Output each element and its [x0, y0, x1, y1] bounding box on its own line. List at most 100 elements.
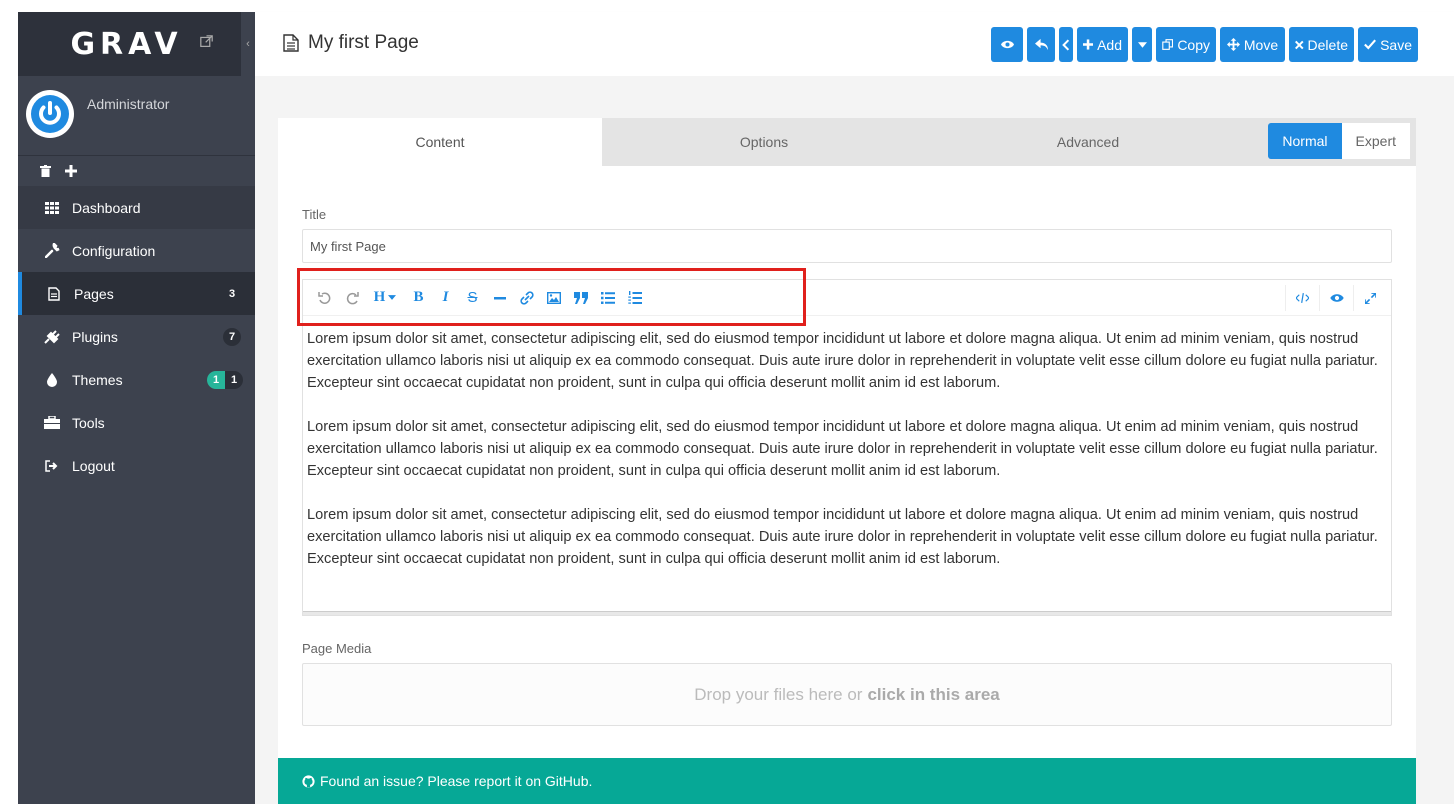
external-link-icon[interactable]: [200, 35, 213, 48]
list-ul-icon: [600, 291, 615, 304]
undo-icon: [317, 291, 330, 304]
strikethrough-button[interactable]: S: [459, 286, 486, 310]
themes-updates-badge: 1: [207, 370, 225, 389]
dropzone-click-text[interactable]: click in this area: [867, 685, 999, 705]
file-text-icon: [283, 34, 299, 52]
copy-icon: [1162, 39, 1174, 50]
mode-switch: Normal Expert: [1268, 123, 1410, 159]
normal-mode-button[interactable]: Normal: [1268, 123, 1342, 159]
expert-mode-button[interactable]: Expert: [1341, 123, 1410, 159]
save-button-label: Save: [1380, 36, 1412, 53]
quote-icon: [573, 291, 588, 304]
reply-icon: [1034, 38, 1048, 51]
editor-paragraph: Lorem ipsum dolor sit amet, consectetur …: [307, 507, 1378, 567]
heading-glyph: H: [373, 289, 386, 305]
plus-icon[interactable]: [65, 165, 77, 177]
logo-bar: GRAV ‹: [18, 12, 255, 76]
grid-icon: [42, 200, 62, 216]
minus-icon: [493, 296, 506, 299]
copy-button[interactable]: Copy: [1156, 27, 1216, 62]
bullet-list-button[interactable]: [594, 286, 621, 310]
redo-icon: [346, 291, 359, 304]
list-ol-icon: [627, 290, 642, 304]
editor-paragraph: Lorem ipsum dolor sit amet, consectetur …: [307, 331, 1378, 391]
previous-button[interactable]: [1059, 27, 1073, 62]
code-icon: [1296, 293, 1309, 303]
media-dropzone[interactable]: Drop your files here or click in this ar…: [302, 663, 1392, 726]
arrows-icon: [1226, 38, 1240, 51]
sidebar-item-logout[interactable]: Logout: [18, 444, 255, 487]
ordered-list-button[interactable]: [621, 286, 648, 310]
close-icon: [1295, 40, 1304, 49]
tab-advanced[interactable]: Advanced: [926, 118, 1250, 166]
sidebar: GRAV ‹ Administrator Dashboard Configura…: [18, 12, 255, 804]
sidebar-collapse-toggle[interactable]: ‹: [241, 12, 255, 76]
file-icon: [44, 286, 64, 302]
sidebar-item-dashboard[interactable]: Dashboard: [18, 186, 255, 229]
page-editor-card: Content Options Advanced Normal Expert T…: [278, 118, 1416, 804]
page-title-text: My first Page: [308, 32, 419, 53]
dropzone-text: Drop your files here or: [694, 684, 863, 704]
image-icon: [546, 291, 561, 304]
delete-button[interactable]: Delete: [1289, 27, 1354, 62]
sidebar-item-label: Tools: [72, 414, 105, 431]
markdown-editor: H B I S Lorem ipsum dolor sit amet, cons…: [302, 279, 1392, 616]
fullscreen-button[interactable]: [1353, 285, 1387, 311]
plus-icon: [1083, 39, 1094, 50]
check-icon: [1364, 39, 1377, 50]
add-button-label: Add: [1097, 36, 1122, 53]
link-button[interactable]: [513, 286, 540, 310]
sidebar-item-plugins[interactable]: Plugins 7: [18, 315, 255, 358]
github-issue-bar[interactable]: Found an issue? Please report it on GitH…: [278, 758, 1416, 804]
avatar[interactable]: [26, 90, 74, 138]
user-name[interactable]: Administrator: [87, 96, 169, 112]
editor-paragraph: Lorem ipsum dolor sit amet, consectetur …: [307, 419, 1378, 479]
sidebar-item-tools[interactable]: Tools: [18, 401, 255, 444]
move-button[interactable]: Move: [1220, 27, 1285, 62]
title-label: Title: [302, 207, 327, 222]
editor-toolbar: H B I S: [303, 280, 1391, 316]
preview-toggle-button[interactable]: [1319, 285, 1353, 311]
undo-button[interactable]: [311, 286, 338, 310]
sidebar-item-label: Plugins: [72, 328, 118, 345]
image-button[interactable]: [540, 286, 567, 310]
plugins-count-badge: 7: [223, 327, 241, 346]
wrench-icon: [42, 243, 62, 259]
expand-icon: [1365, 292, 1376, 304]
github-issue-text: Found an issue? Please report it on GitH…: [320, 773, 593, 789]
editor-view-controls: [1285, 285, 1387, 311]
user-block: Administrator: [18, 76, 255, 156]
editor-resize-handle[interactable]: [303, 611, 1391, 615]
italic-button[interactable]: I: [432, 286, 459, 310]
source-view-button[interactable]: [1285, 285, 1319, 311]
preview-button[interactable]: [991, 27, 1023, 62]
trash-icon[interactable]: [40, 165, 51, 177]
redo-button[interactable]: [338, 286, 365, 310]
sidebar-item-themes[interactable]: Themes 1 1: [18, 358, 255, 401]
heading-button[interactable]: H: [365, 286, 405, 310]
sidebar-item-label: Dashboard: [72, 199, 141, 216]
sidebar-item-label: Logout: [72, 457, 115, 474]
blockquote-button[interactable]: [567, 286, 594, 310]
save-button[interactable]: Save: [1358, 27, 1418, 62]
github-icon: [302, 774, 315, 788]
title-input[interactable]: My first Page: [302, 229, 1392, 263]
quick-actions: [18, 156, 255, 186]
grav-logo[interactable]: GRAV: [70, 27, 182, 62]
tint-icon: [42, 372, 62, 388]
page-media-label: Page Media: [302, 641, 372, 656]
sidebar-item-configuration[interactable]: Configuration: [18, 229, 255, 272]
add-dropdown-button[interactable]: [1132, 27, 1152, 62]
bold-button[interactable]: B: [405, 286, 432, 310]
eye-icon: [1000, 40, 1014, 49]
caret-down-icon: [388, 295, 397, 300]
sidebar-item-pages[interactable]: Pages 3: [18, 272, 255, 315]
tab-content[interactable]: Content: [278, 118, 602, 166]
add-button[interactable]: Add: [1077, 27, 1128, 62]
plug-icon: [42, 329, 62, 345]
tab-options[interactable]: Options: [602, 118, 926, 166]
back-button[interactable]: [1027, 27, 1055, 62]
horizontal-rule-button[interactable]: [486, 286, 513, 310]
editor-content[interactable]: Lorem ipsum dolor sit amet, consectetur …: [303, 316, 1391, 570]
delete-button-label: Delete: [1307, 36, 1348, 53]
